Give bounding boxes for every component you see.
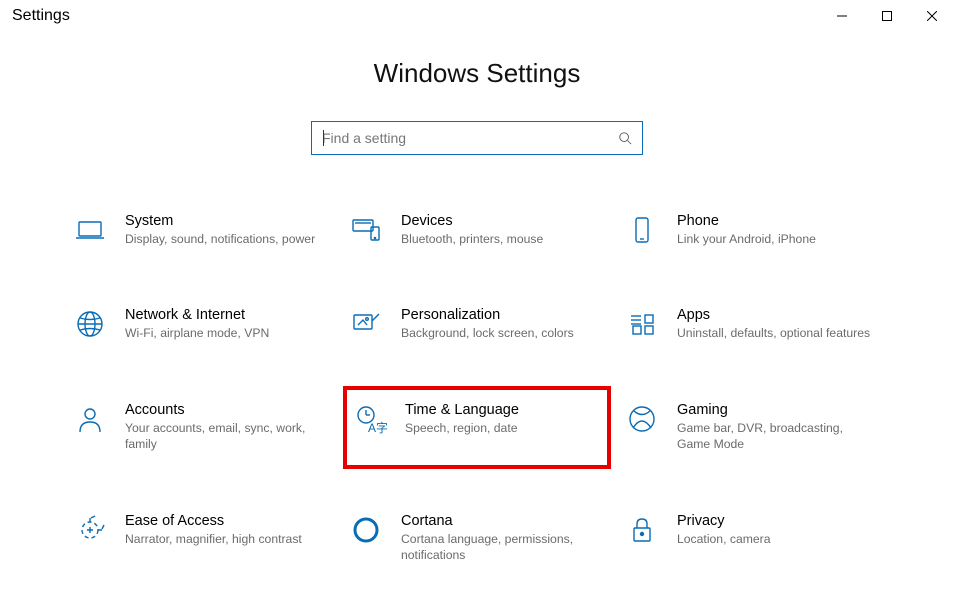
brush-icon xyxy=(349,307,383,341)
xbox-icon xyxy=(625,402,659,436)
category-title: Cortana xyxy=(401,513,595,529)
cortana-icon xyxy=(349,513,383,547)
category-tile-gaming[interactable]: Gaming Game bar, DVR, broadcasting, Game … xyxy=(619,396,887,459)
category-tile-personalization[interactable]: Personalization Background, lock screen, … xyxy=(343,301,611,347)
category-desc: Cortana language, permissions, notificat… xyxy=(401,531,595,564)
category-text: Personalization Background, lock screen, … xyxy=(401,307,605,341)
category-desc: Display, sound, notifications, power xyxy=(125,231,319,247)
category-title: Privacy xyxy=(677,513,871,529)
category-text: Phone Link your Android, iPhone xyxy=(677,213,881,247)
category-desc: Speech, region, date xyxy=(405,420,591,436)
category-title: Devices xyxy=(401,213,595,229)
category-tile-network[interactable]: Network & Internet Wi-Fi, airplane mode, … xyxy=(67,301,335,347)
category-tile-time-language[interactable]: Time & Language Speech, region, date xyxy=(343,386,611,469)
category-text: Network & Internet Wi-Fi, airplane mode, … xyxy=(125,307,329,341)
category-text: Time & Language Speech, region, date xyxy=(405,402,601,436)
category-title: Time & Language xyxy=(405,402,591,418)
category-title: System xyxy=(125,213,319,229)
category-tile-system[interactable]: System Display, sound, notifications, pow… xyxy=(67,207,335,253)
category-desc: Location, camera xyxy=(677,531,871,547)
maximize-button[interactable] xyxy=(864,0,909,32)
category-title: Personalization xyxy=(401,307,595,323)
category-title: Phone xyxy=(677,213,871,229)
category-tile-privacy[interactable]: Privacy Location, camera xyxy=(619,507,887,570)
person-icon xyxy=(73,402,107,436)
category-desc: Uninstall, defaults, optional features xyxy=(677,325,871,341)
category-tile-phone[interactable]: Phone Link your Android, iPhone xyxy=(619,207,887,253)
category-text: Cortana Cortana language, permissions, no… xyxy=(401,513,605,564)
close-button[interactable] xyxy=(909,0,954,32)
category-text: Gaming Game bar, DVR, broadcasting, Game … xyxy=(677,402,881,453)
page-title: Windows Settings xyxy=(0,58,954,89)
category-text: Apps Uninstall, defaults, optional featur… xyxy=(677,307,881,341)
window-title: Settings xyxy=(12,7,70,25)
category-title: Network & Internet xyxy=(125,307,319,323)
clock-lang-icon xyxy=(353,402,387,436)
search-icon xyxy=(618,131,632,145)
devices-icon xyxy=(349,213,383,247)
category-tile-apps[interactable]: Apps Uninstall, defaults, optional featur… xyxy=(619,301,887,347)
category-title: Accounts xyxy=(125,402,319,418)
maximize-icon xyxy=(882,11,892,21)
phone-icon xyxy=(625,213,659,247)
close-icon xyxy=(927,11,937,21)
category-desc: Wi-Fi, airplane mode, VPN xyxy=(125,325,319,341)
category-text: Accounts Your accounts, email, sync, work… xyxy=(125,402,329,453)
category-title: Ease of Access xyxy=(125,513,319,529)
category-desc: Game bar, DVR, broadcasting, Game Mode xyxy=(677,420,871,453)
category-desc: Link your Android, iPhone xyxy=(677,231,871,247)
search-input[interactable] xyxy=(322,130,618,146)
category-tile-ease-of-access[interactable]: Ease of Access Narrator, magnifier, high … xyxy=(67,507,335,570)
ease-icon xyxy=(73,513,107,547)
category-desc: Background, lock screen, colors xyxy=(401,325,595,341)
category-tile-devices[interactable]: Devices Bluetooth, printers, mouse xyxy=(343,207,611,253)
category-title: Gaming xyxy=(677,402,871,418)
category-text: Ease of Access Narrator, magnifier, high … xyxy=(125,513,329,547)
text-caret xyxy=(323,130,324,146)
search-box[interactable] xyxy=(311,121,643,155)
minimize-icon xyxy=(837,11,847,21)
lock-icon xyxy=(625,513,659,547)
category-text: Privacy Location, camera xyxy=(677,513,881,547)
category-title: Apps xyxy=(677,307,871,323)
window-controls xyxy=(819,0,954,32)
settings-grid: System Display, sound, notifications, pow… xyxy=(67,207,887,570)
window-titlebar: Settings xyxy=(0,0,954,32)
category-desc: Bluetooth, printers, mouse xyxy=(401,231,595,247)
globe-icon xyxy=(73,307,107,341)
laptop-icon xyxy=(73,213,107,247)
category-desc: Your accounts, email, sync, work, family xyxy=(125,420,319,453)
category-tile-accounts[interactable]: Accounts Your accounts, email, sync, work… xyxy=(67,396,335,459)
category-desc: Narrator, magnifier, high contrast xyxy=(125,531,319,547)
apps-icon xyxy=(625,307,659,341)
category-tile-cortana[interactable]: Cortana Cortana language, permissions, no… xyxy=(343,507,611,570)
category-text: System Display, sound, notifications, pow… xyxy=(125,213,329,247)
minimize-button[interactable] xyxy=(819,0,864,32)
category-text: Devices Bluetooth, printers, mouse xyxy=(401,213,605,247)
